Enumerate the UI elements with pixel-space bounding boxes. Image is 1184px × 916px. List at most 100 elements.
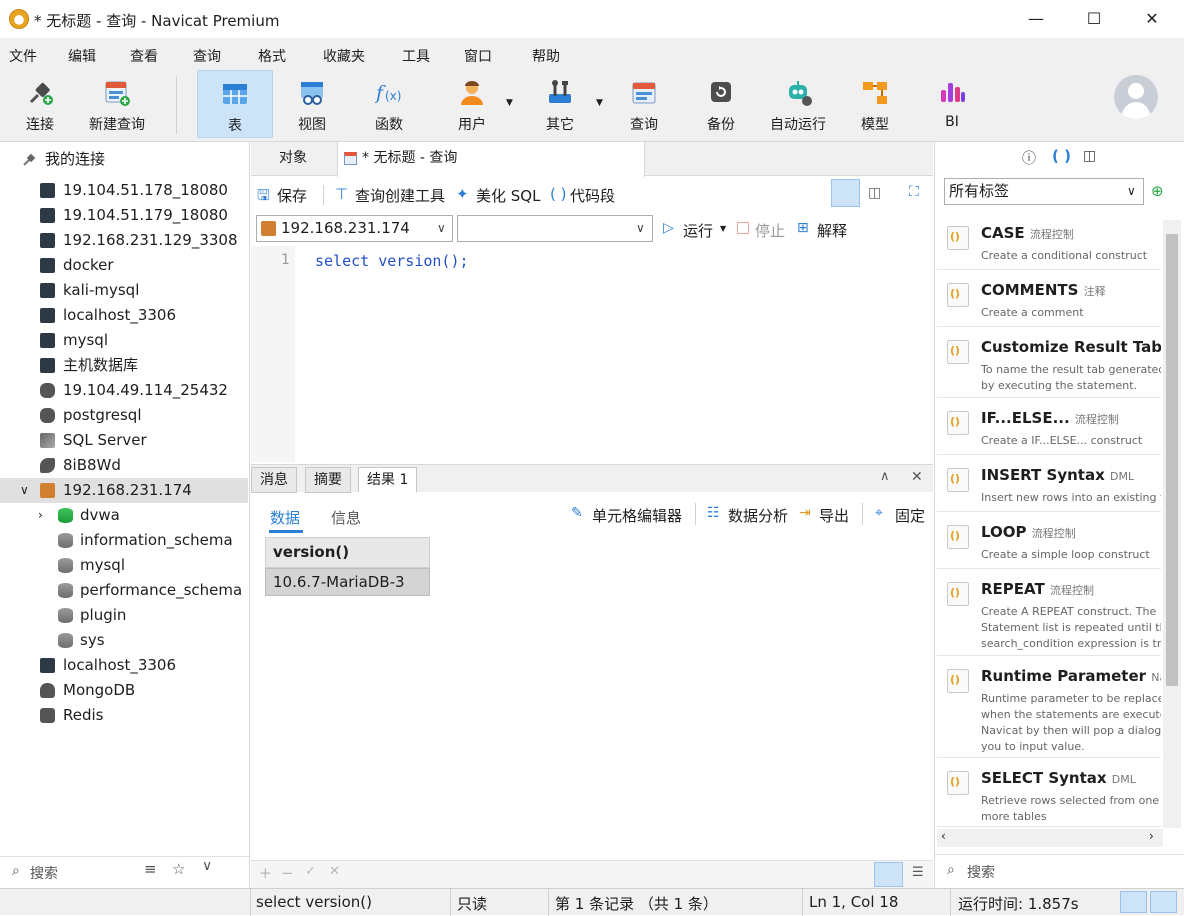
snippet-item[interactable]: SELECT Syntax DML Retrieve rows selected … <box>937 759 1161 827</box>
layout-horizontal-icon[interactable] <box>831 179 860 207</box>
sql-editor[interactable]: 1 select version(); <box>251 246 933 462</box>
delete-row-icon[interactable]: − <box>281 864 294 882</box>
tab-summary[interactable]: 摘要 <box>305 467 351 493</box>
export-button[interactable]: 导出 <box>819 505 849 526</box>
maximize-icon[interactable]: ☐ <box>1072 6 1116 32</box>
explain-button[interactable]: 解释 <box>817 220 847 241</box>
grid-cell[interactable]: 10.6.7-MariaDB-3 <box>265 568 430 596</box>
subtab-data[interactable]: 数据 <box>270 507 300 528</box>
database-select[interactable]: ∨ <box>457 215 653 242</box>
menu-query[interactable]: 查询 <box>193 46 221 66</box>
automation-button[interactable]: 自动运行 <box>764 70 832 138</box>
pin-button[interactable]: 固定 <box>895 505 925 526</box>
menu-help[interactable]: 帮助 <box>532 46 560 66</box>
scroll-left-icon[interactable]: ‹ <box>941 829 946 843</box>
menu-view[interactable]: 查看 <box>130 46 158 66</box>
tree-connection[interactable]: kali-mysql <box>0 278 248 303</box>
cell-editor-button[interactable]: 单元格编辑器 <box>592 505 682 526</box>
tree-connection[interactable]: postgresql <box>0 403 248 428</box>
info-icon[interactable]: ⓘ <box>1022 148 1036 168</box>
fullscreen-icon[interactable]: ⛶ <box>909 184 919 200</box>
tree-connection[interactable]: 19.104.49.114_25432 <box>0 378 248 403</box>
tree-database[interactable]: › dvwa <box>0 503 248 528</box>
bi-button[interactable]: BI <box>924 70 980 138</box>
menu-format[interactable]: 格式 <box>258 46 286 66</box>
scroll-right-icon[interactable]: › <box>1149 829 1154 843</box>
run-dropdown-arrow-icon[interactable]: ▼ <box>720 224 726 233</box>
scrollbar-thumb[interactable] <box>1166 234 1178 686</box>
beautify-sql-button[interactable]: 美化 SQL <box>476 185 540 206</box>
menu-favorites[interactable]: 收藏夹 <box>323 46 365 66</box>
add-row-icon[interactable]: + <box>259 864 272 882</box>
snippet-item[interactable]: INSERT Syntax DML Insert new rows into an… <box>937 456 1161 512</box>
tree-connection[interactable]: 19.104.51.178_18080 <box>0 178 248 203</box>
tree-connection[interactable]: SQL Server <box>0 428 248 453</box>
tree-connection[interactable]: 8iB8Wd <box>0 453 248 478</box>
tree-connection[interactable]: 主机数据库 <box>0 353 248 378</box>
table-button[interactable]: 表 <box>197 70 273 138</box>
menu-file[interactable]: 文件 <box>9 46 37 66</box>
tab-untitled-query[interactable]: * 无标题 - 查询 <box>337 142 645 177</box>
tree-connection[interactable]: localhost_3306 <box>0 653 248 678</box>
snippet-tab-icon[interactable]: ( ) <box>1052 147 1071 165</box>
user-button[interactable]: 用户 <box>444 70 500 138</box>
tree-connection[interactable]: mysql <box>0 328 248 353</box>
query-button[interactable]: 查询 <box>616 70 672 138</box>
tree-database[interactable]: mysql <box>0 553 248 578</box>
discard-icon[interactable]: ✕ <box>329 864 340 879</box>
tab-objects[interactable]: 对象 <box>279 142 307 176</box>
tree-database[interactable]: plugin <box>0 603 248 628</box>
run-button[interactable]: 运行 <box>683 220 713 241</box>
view-button[interactable]: 视图 <box>284 70 340 138</box>
tree-connection[interactable]: 192.168.231.129_3308 <box>0 228 248 253</box>
tree-connection[interactable]: localhost_3306 <box>0 303 248 328</box>
snippet-item[interactable]: LOOP 流程控制 Create a simple loop construct <box>937 513 1161 569</box>
tab-result-1[interactable]: 结果 1 <box>358 467 418 493</box>
panel-left-toggle-icon[interactable] <box>1120 891 1147 913</box>
filter-icon[interactable]: ≡ <box>144 860 157 878</box>
minimize-icon[interactable]: — <box>1014 6 1058 32</box>
tree-connection[interactable]: docker <box>0 253 248 278</box>
code-snippet-button[interactable]: 代码段 <box>570 185 615 206</box>
other-button[interactable]: 其它 <box>532 70 588 138</box>
collapse-icon[interactable]: ∨ <box>202 858 212 874</box>
grid-column-header[interactable]: version() <box>265 537 430 568</box>
other-dropdown-arrow-icon[interactable]: ▼ <box>596 98 603 108</box>
snippet-item[interactable]: COMMENTS 注释 Create a comment <box>937 271 1161 327</box>
chevron-right-icon[interactable]: › <box>38 503 43 528</box>
tree-database[interactable]: sys <box>0 628 248 653</box>
tree-connection-selected[interactable]: ∨ 192.168.231.174 <box>0 478 248 503</box>
form-view-icon[interactable]: ☰ <box>912 865 924 880</box>
grid-view-icon[interactable] <box>874 862 903 887</box>
apply-icon[interactable]: ✓ <box>305 864 316 879</box>
connection-select[interactable]: 192.168.231.174 ∨ <box>256 215 453 242</box>
tree-connection[interactable]: MongoDB <box>0 678 248 703</box>
menu-edit[interactable]: 编辑 <box>68 46 96 66</box>
snippet-item[interactable]: Customize Result Tab To name the result … <box>937 328 1161 398</box>
panel-right-toggle-icon[interactable] <box>1150 891 1177 913</box>
tag-select[interactable]: 所有标签 ∨ <box>944 178 1144 205</box>
connect-button[interactable]: 连接 <box>10 70 70 138</box>
user-dropdown-arrow-icon[interactable]: ▼ <box>506 98 513 108</box>
snippet-search-input[interactable]: 搜索 <box>967 862 995 882</box>
new-query-button[interactable]: 新建查询 <box>84 70 150 138</box>
user-avatar[interactable] <box>1114 75 1158 119</box>
tab-messages[interactable]: 消息 <box>251 467 297 493</box>
snippet-scrollbar[interactable] <box>1163 220 1181 828</box>
tree-connection[interactable]: 19.104.51.179_18080 <box>0 203 248 228</box>
snippet-item[interactable]: CASE 流程控制 Create a conditional construct <box>937 214 1161 270</box>
model-button[interactable]: 模型 <box>847 70 903 138</box>
subtab-info[interactable]: 信息 <box>331 507 361 528</box>
star-icon[interactable]: ☆ <box>172 860 185 878</box>
tree-database[interactable]: performance_schema <box>0 578 248 603</box>
tree-database[interactable]: information_schema <box>0 528 248 553</box>
tree-root-my-connections[interactable]: 我的连接 <box>0 147 248 172</box>
data-analysis-button[interactable]: 数据分析 <box>728 505 788 526</box>
function-button[interactable]: f (x) 函数 <box>361 70 417 138</box>
add-snippet-icon[interactable]: ⊕ <box>1151 182 1164 200</box>
chevron-down-icon[interactable]: ∨ <box>20 478 29 503</box>
layout-vertical-icon[interactable]: ◫ <box>868 185 881 201</box>
snippet-item[interactable]: Runtime Parameter Nav Runtime parameter t… <box>937 657 1161 758</box>
query-builder-button[interactable]: 查询创建工具 <box>355 185 445 206</box>
close-icon[interactable]: ✕ <box>1130 6 1174 32</box>
